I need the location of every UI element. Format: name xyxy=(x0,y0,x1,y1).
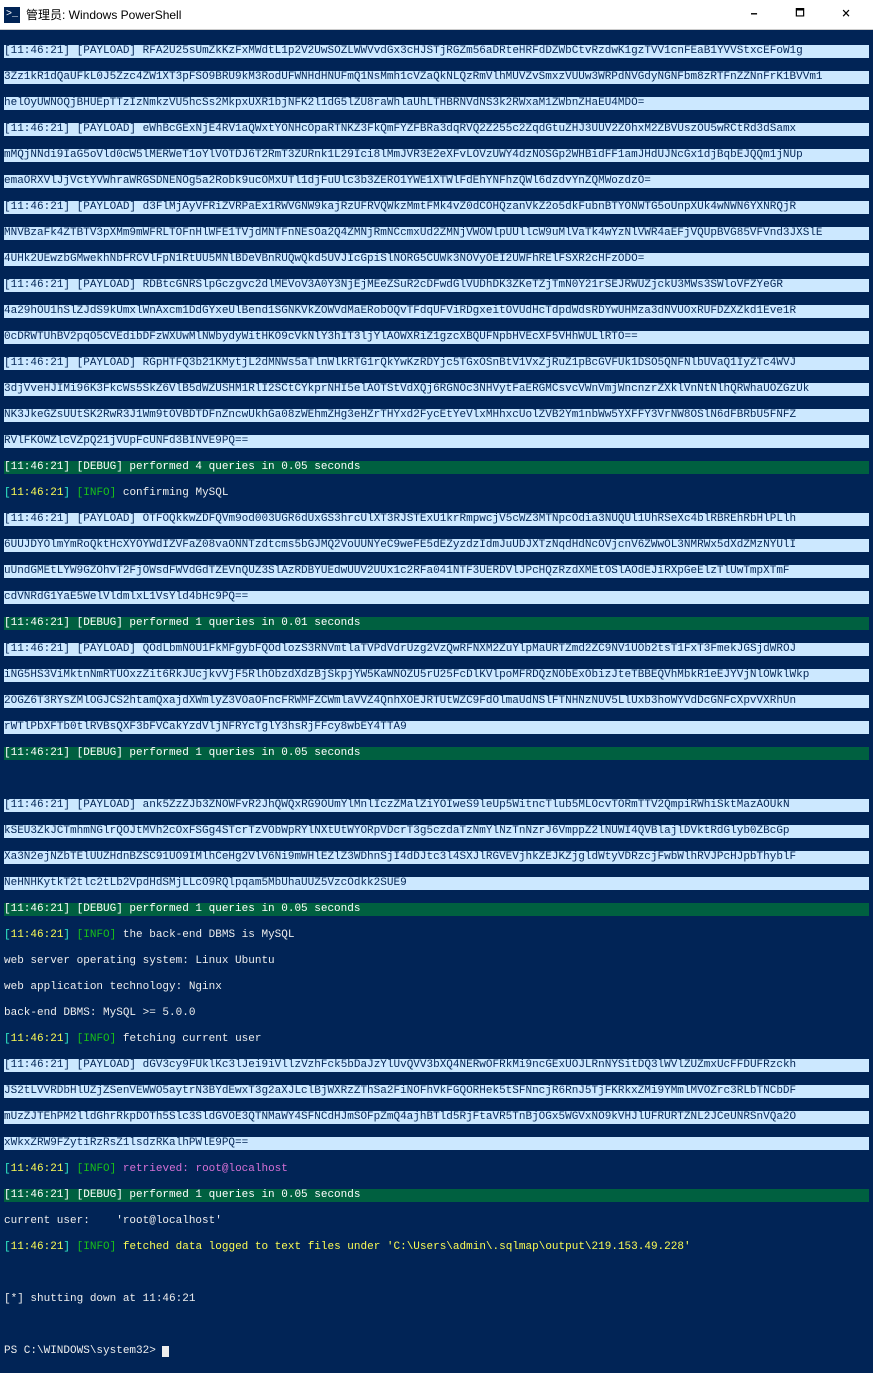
output-line: Xa3N2ejNZbTElUUZHdnBZSC91UO9IMlhCeHg2VlV… xyxy=(4,851,869,864)
info-line: [11:46:21] [INFO] fetched data logged to… xyxy=(4,1241,869,1254)
info-line: [11:46:21] [INFO] fetching current user xyxy=(4,1033,869,1046)
window-title: 管理员: Windows PowerShell xyxy=(26,6,731,23)
output-line: kSEU3ZkJCTmhmNGlrQOJtMVh2cOxFSGg4STcrTzV… xyxy=(4,825,869,838)
output-line: xWkxZRW9FZytiRzRsZ1lsdzRKalhPWlE9PQ== xyxy=(4,1137,869,1150)
output-line: iNG5HS3ViMktnNmRTUOxzZit6RkJUcjkvVjF5Rlh… xyxy=(4,669,869,682)
debug-line: [11:46:21] [DEBUG] performed 1 queries i… xyxy=(4,1189,869,1202)
debug-line: [11:46:21] [DEBUG] performed 4 queries i… xyxy=(4,461,869,474)
result-line: web server operating system: Linux Ubunt… xyxy=(4,955,869,968)
blank-line xyxy=(4,1267,869,1280)
output-line: helOyUWNOQjBHUEpTTzIzNmkzVU5hcSs2MkpxUXR… xyxy=(4,97,869,110)
minimize-button[interactable]: 🗕 xyxy=(731,0,777,30)
debug-line: [11:46:21] [DEBUG] performed 1 queries i… xyxy=(4,747,869,760)
output-line: 0cDRWTUhBV2pqO5CVEdibDFzWXUwMlNWbydyWitH… xyxy=(4,331,869,344)
output-line: [11:46:21] [PAYLOAD] ank5ZzZJb3ZNOWFvR2J… xyxy=(4,799,869,812)
output-line: [11:46:21] [PAYLOAD] RFA2U25sUmZkKzFxMWd… xyxy=(4,45,869,58)
output-line: uUndGMEtLYW9GZOhvT2FjOWsdFWVdGdTZEVnQUZ3… xyxy=(4,565,869,578)
output-line: 4UHk2UEwzbGMwekhNbFRCVlFpN1RtUU5MNlBDeVB… xyxy=(4,253,869,266)
output-line: mUzZJTEhPM2lldGhrRkpDOTh5Slc3SldGVOE3QTN… xyxy=(4,1111,869,1124)
result-line: back-end DBMS: MySQL >= 5.0.0 xyxy=(4,1007,869,1020)
prompt-line[interactable]: PS C:\WINDOWS\system32> xyxy=(4,1345,869,1358)
output-line: 3Zz1kR1dQaUFkL0J5Zzc4ZW1XT3pFSO9BRU9kM3R… xyxy=(4,71,869,84)
debug-line: [11:46:21] [DEBUG] performed 1 queries i… xyxy=(4,903,869,916)
output-line: MNVBzaFk4ZTBTV3pXMm9mWFRLTOFnHlWFE1TVjdM… xyxy=(4,227,869,240)
output-line: 2OGZ6T3RYsZMlOGJCS2htamQxajdXWmlyZ3VOaOF… xyxy=(4,695,869,708)
output-line: emaORXVlJjVctYVWhraWRGSDNENOg5a2Robk9ucO… xyxy=(4,175,869,188)
cursor xyxy=(162,1346,169,1357)
output-line: [11:46:21] [PAYLOAD] eWhBcGExNjE4RV1aQWx… xyxy=(4,123,869,136)
output-line: [11:46:21] [PAYLOAD] OTFOQkkwZDFQVm9od00… xyxy=(4,513,869,526)
output-line: [11:46:21] [PAYLOAD] dGV3cy9FUklKc3lJei9… xyxy=(4,1059,869,1072)
shutdown-line: [*] shutting down at 11:46:21 xyxy=(4,1293,869,1306)
output-line: [11:46:21] [PAYLOAD] RDBtcGNRSlpGczgvc2d… xyxy=(4,279,869,292)
output-line: cdVNRdG1YaE5WelVldmlxL1VsYld4bHc9PQ== xyxy=(4,591,869,604)
output-line: [11:46:21] [PAYLOAD] QOdLbmNOU1FkMFgybFQ… xyxy=(4,643,869,656)
current-user-line: current user: 'root@localhost' xyxy=(4,1215,869,1228)
window-controls: 🗕 🗖 🗙 xyxy=(731,0,869,30)
titlebar: >_ 管理员: Windows PowerShell 🗕 🗖 🗙 xyxy=(0,0,873,30)
result-line: web application technology: Nginx xyxy=(4,981,869,994)
output-line: 4a29hOU1hSlZJdS9kUmxlWnAxcm1DdGYxeUlBend… xyxy=(4,305,869,318)
output-line: [11:46:21] [PAYLOAD] RGpHTFQ3b21KMytjL2d… xyxy=(4,357,869,370)
blank-line xyxy=(4,1319,869,1332)
output-line: [11:46:21] [PAYLOAD] d3FlMjAyVFRiZVRPaEx… xyxy=(4,201,869,214)
close-button[interactable]: 🗙 xyxy=(823,0,869,30)
maximize-button[interactable]: 🗖 xyxy=(777,0,823,30)
powershell-icon: >_ xyxy=(4,7,20,23)
output-line: NK3JkeGZsUUtSK2RwR3J1Wm9tOVBDTDFnZncwUkh… xyxy=(4,409,869,422)
info-line: [11:46:21] [INFO] the back-end DBMS is M… xyxy=(4,929,869,942)
terminal-output[interactable]: [11:46:21] [PAYLOAD] RFA2U25sUmZkKzFxMWd… xyxy=(0,30,873,1373)
output-line: NeHNHKytkT2tlc2tLb2VpdHdSMjLLcO9RQlpqam5… xyxy=(4,877,869,890)
output-line: mMQjNNdi9IaG5oVld0cW5lMERWeT1oYlVOTDJ6T2… xyxy=(4,149,869,162)
blank-line xyxy=(4,773,869,786)
retrieved-line: [11:46:21] [INFO] retrieved: root@localh… xyxy=(4,1163,869,1176)
output-line: RVlFKOWZlcVZpQ21jVUpFcUNFd3BINVE9PQ== xyxy=(4,435,869,448)
output-line: 6UUJDYOlmYmRoQktHcXYOYWdIZVFaZ08vaONNTzd… xyxy=(4,539,869,552)
info-line: [11:46:21] [INFO] confirming MySQL xyxy=(4,487,869,500)
output-line: rWTlPbXFTb0tlRVBsQXF3bFVCakYzdVljNFRYcTg… xyxy=(4,721,869,734)
output-line: 3djVveHJIMi96K3FkcWs5SkZ6VlB5dWZUSHM1RlI… xyxy=(4,383,869,396)
debug-line: [11:46:21] [DEBUG] performed 1 queries i… xyxy=(4,617,869,630)
output-line: JS2tLVVRDbHlUZjZSenVEWWO5aytrN3BYdEwxT3g… xyxy=(4,1085,869,1098)
